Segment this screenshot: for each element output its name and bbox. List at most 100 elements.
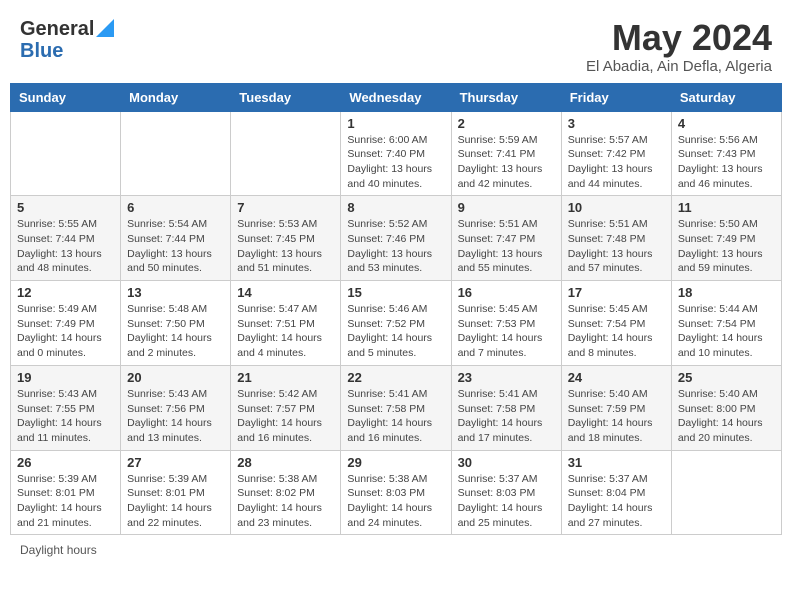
day-number: 22 bbox=[347, 370, 444, 385]
day-info: Sunrise: 5:39 AMSunset: 8:01 PMDaylight:… bbox=[17, 472, 114, 531]
calendar-cell: 23Sunrise: 5:41 AMSunset: 7:58 PMDayligh… bbox=[451, 365, 561, 450]
day-number: 5 bbox=[17, 200, 114, 215]
calendar-header-friday: Friday bbox=[561, 83, 671, 111]
day-number: 7 bbox=[237, 200, 334, 215]
day-info: Sunrise: 6:00 AMSunset: 7:40 PMDaylight:… bbox=[347, 133, 444, 192]
day-info: Sunrise: 5:45 AMSunset: 7:53 PMDaylight:… bbox=[458, 302, 555, 361]
day-number: 24 bbox=[568, 370, 665, 385]
calendar-cell: 10 Sunrise: 5:51 AMSunset: 7:48 PMDayligh… bbox=[561, 196, 671, 281]
day-info: Sunrise: 5:38 AMSunset: 8:03 PMDaylight:… bbox=[347, 472, 444, 531]
calendar-cell bbox=[11, 111, 121, 196]
day-info: Sunrise: 5:46 AMSunset: 7:52 PMDaylight:… bbox=[347, 302, 444, 361]
calendar-header-wednesday: Wednesday bbox=[341, 83, 451, 111]
day-info: Sunrise: 5:49 AMSunset: 7:49 PMDaylight:… bbox=[17, 302, 114, 361]
day-number: 12 bbox=[17, 285, 114, 300]
day-number: 29 bbox=[347, 455, 444, 470]
day-number: 14 bbox=[237, 285, 334, 300]
calendar-cell: 31Sunrise: 5:37 AMSunset: 8:04 PMDayligh… bbox=[561, 450, 671, 535]
calendar-cell: 29 Sunrise: 5:38 AMSunset: 8:03 PMDayligh… bbox=[341, 450, 451, 535]
day-number: 28 bbox=[237, 455, 334, 470]
logo: General Blue bbox=[20, 18, 114, 63]
calendar-cell: 5Sunrise: 5:55 AMSunset: 7:44 PMDaylight… bbox=[11, 196, 121, 281]
calendar-cell: 11 Sunrise: 5:50 AMSunset: 7:49 PMDayligh… bbox=[671, 196, 781, 281]
day-number: 17 bbox=[568, 285, 665, 300]
calendar-header-thursday: Thursday bbox=[451, 83, 561, 111]
day-number: 10 bbox=[568, 200, 665, 215]
day-number: 16 bbox=[458, 285, 555, 300]
calendar-cell: 8 Sunrise: 5:52 AMSunset: 7:46 PMDaylight… bbox=[341, 196, 451, 281]
day-info: Sunrise: 5:48 AMSunset: 7:50 PMDaylight:… bbox=[127, 302, 224, 361]
calendar-cell: 26Sunrise: 5:39 AMSunset: 8:01 PMDayligh… bbox=[11, 450, 121, 535]
day-info: Sunrise: 5:52 AMSunset: 7:46 PMDaylight:… bbox=[347, 217, 444, 276]
day-info: Sunrise: 5:44 AMSunset: 7:54 PMDaylight:… bbox=[678, 302, 775, 361]
day-info: Sunrise: 5:43 AMSunset: 7:55 PMDaylight:… bbox=[17, 387, 114, 446]
day-number: 4 bbox=[678, 116, 775, 131]
day-info: Sunrise: 5:45 AMSunset: 7:54 PMDaylight:… bbox=[568, 302, 665, 361]
location: El Abadia, Ain Defla, Algeria bbox=[586, 58, 772, 75]
calendar-cell: 17 Sunrise: 5:45 AMSunset: 7:54 PMDayligh… bbox=[561, 281, 671, 366]
day-info: Sunrise: 5:51 AMSunset: 7:48 PMDaylight:… bbox=[568, 217, 665, 276]
day-info: Sunrise: 5:53 AMSunset: 7:45 PMDaylight:… bbox=[237, 217, 334, 276]
calendar-header-row: SundayMondayTuesdayWednesdayThursdayFrid… bbox=[11, 83, 782, 111]
calendar-cell: 7 Sunrise: 5:53 AMSunset: 7:45 PMDaylight… bbox=[231, 196, 341, 281]
calendar-cell: 19Sunrise: 5:43 AMSunset: 7:55 PMDayligh… bbox=[11, 365, 121, 450]
day-info: Sunrise: 5:56 AMSunset: 7:43 PMDaylight:… bbox=[678, 133, 775, 192]
title-area: May 2024 El Abadia, Ain Defla, Algeria bbox=[586, 18, 772, 75]
day-number: 25 bbox=[678, 370, 775, 385]
month-title: May 2024 bbox=[586, 18, 772, 58]
day-info: Sunrise: 5:40 AMSunset: 8:00 PMDaylight:… bbox=[678, 387, 775, 446]
calendar-cell: 4 Sunrise: 5:56 AMSunset: 7:43 PMDaylight… bbox=[671, 111, 781, 196]
calendar-cell: 6Sunrise: 5:54 AMSunset: 7:44 PMDaylight… bbox=[121, 196, 231, 281]
day-number: 1 bbox=[347, 116, 444, 131]
calendar-cell bbox=[671, 450, 781, 535]
day-number: 21 bbox=[237, 370, 334, 385]
day-number: 8 bbox=[347, 200, 444, 215]
logo-blue-text: Blue bbox=[20, 40, 63, 62]
day-number: 30 bbox=[458, 455, 555, 470]
calendar-cell: 1 Sunrise: 6:00 AMSunset: 7:40 PMDaylight… bbox=[341, 111, 451, 196]
day-info: Sunrise: 5:43 AMSunset: 7:56 PMDaylight:… bbox=[127, 387, 224, 446]
calendar-cell: 30Sunrise: 5:37 AMSunset: 8:03 PMDayligh… bbox=[451, 450, 561, 535]
calendar-cell: 25 Sunrise: 5:40 AMSunset: 8:00 PMDayligh… bbox=[671, 365, 781, 450]
logo-text: General bbox=[20, 18, 94, 40]
logo-icon bbox=[96, 19, 114, 37]
day-number: 2 bbox=[458, 116, 555, 131]
day-number: 20 bbox=[127, 370, 224, 385]
day-info: Sunrise: 5:50 AMSunset: 7:49 PMDaylight:… bbox=[678, 217, 775, 276]
calendar-cell: 20 Sunrise: 5:43 AMSunset: 7:56 PMDayligh… bbox=[121, 365, 231, 450]
calendar-cell: 18Sunrise: 5:44 AMSunset: 7:54 PMDayligh… bbox=[671, 281, 781, 366]
calendar-week-1: 1 Sunrise: 6:00 AMSunset: 7:40 PMDaylight… bbox=[11, 111, 782, 196]
calendar-header-sunday: Sunday bbox=[11, 83, 121, 111]
calendar-cell: 24Sunrise: 5:40 AMSunset: 7:59 PMDayligh… bbox=[561, 365, 671, 450]
footer: Daylight hours bbox=[10, 535, 782, 561]
day-number: 9 bbox=[458, 200, 555, 215]
calendar-cell: 16 Sunrise: 5:45 AMSunset: 7:53 PMDayligh… bbox=[451, 281, 561, 366]
calendar-header-tuesday: Tuesday bbox=[231, 83, 341, 111]
calendar-cell: 22 Sunrise: 5:41 AMSunset: 7:58 PMDayligh… bbox=[341, 365, 451, 450]
day-number: 11 bbox=[678, 200, 775, 215]
calendar-cell: 21 Sunrise: 5:42 AMSunset: 7:57 PMDayligh… bbox=[231, 365, 341, 450]
day-info: Sunrise: 5:41 AMSunset: 7:58 PMDaylight:… bbox=[347, 387, 444, 446]
day-info: Sunrise: 5:59 AMSunset: 7:41 PMDaylight:… bbox=[458, 133, 555, 192]
calendar-cell: 15 Sunrise: 5:46 AMSunset: 7:52 PMDayligh… bbox=[341, 281, 451, 366]
day-info: Sunrise: 5:39 AMSunset: 8:01 PMDaylight:… bbox=[127, 472, 224, 531]
day-number: 31 bbox=[568, 455, 665, 470]
day-info: Sunrise: 5:57 AMSunset: 7:42 PMDaylight:… bbox=[568, 133, 665, 192]
day-number: 6 bbox=[127, 200, 224, 215]
calendar-week-3: 12 Sunrise: 5:49 AMSunset: 7:49 PMDayligh… bbox=[11, 281, 782, 366]
calendar-table: SundayMondayTuesdayWednesdayThursdayFrid… bbox=[10, 83, 782, 536]
day-number: 13 bbox=[127, 285, 224, 300]
day-number: 3 bbox=[568, 116, 665, 131]
day-number: 23 bbox=[458, 370, 555, 385]
day-info: Sunrise: 5:38 AMSunset: 8:02 PMDaylight:… bbox=[237, 472, 334, 531]
day-info: Sunrise: 5:47 AMSunset: 7:51 PMDaylight:… bbox=[237, 302, 334, 361]
calendar-cell: 3 Sunrise: 5:57 AMSunset: 7:42 PMDaylight… bbox=[561, 111, 671, 196]
calendar-header-monday: Monday bbox=[121, 83, 231, 111]
day-number: 15 bbox=[347, 285, 444, 300]
calendar-cell bbox=[231, 111, 341, 196]
day-info: Sunrise: 5:42 AMSunset: 7:57 PMDaylight:… bbox=[237, 387, 334, 446]
calendar-week-5: 26Sunrise: 5:39 AMSunset: 8:01 PMDayligh… bbox=[11, 450, 782, 535]
calendar-cell: 12 Sunrise: 5:49 AMSunset: 7:49 PMDayligh… bbox=[11, 281, 121, 366]
calendar-header-saturday: Saturday bbox=[671, 83, 781, 111]
calendar-cell: 2 Sunrise: 5:59 AMSunset: 7:41 PMDaylight… bbox=[451, 111, 561, 196]
